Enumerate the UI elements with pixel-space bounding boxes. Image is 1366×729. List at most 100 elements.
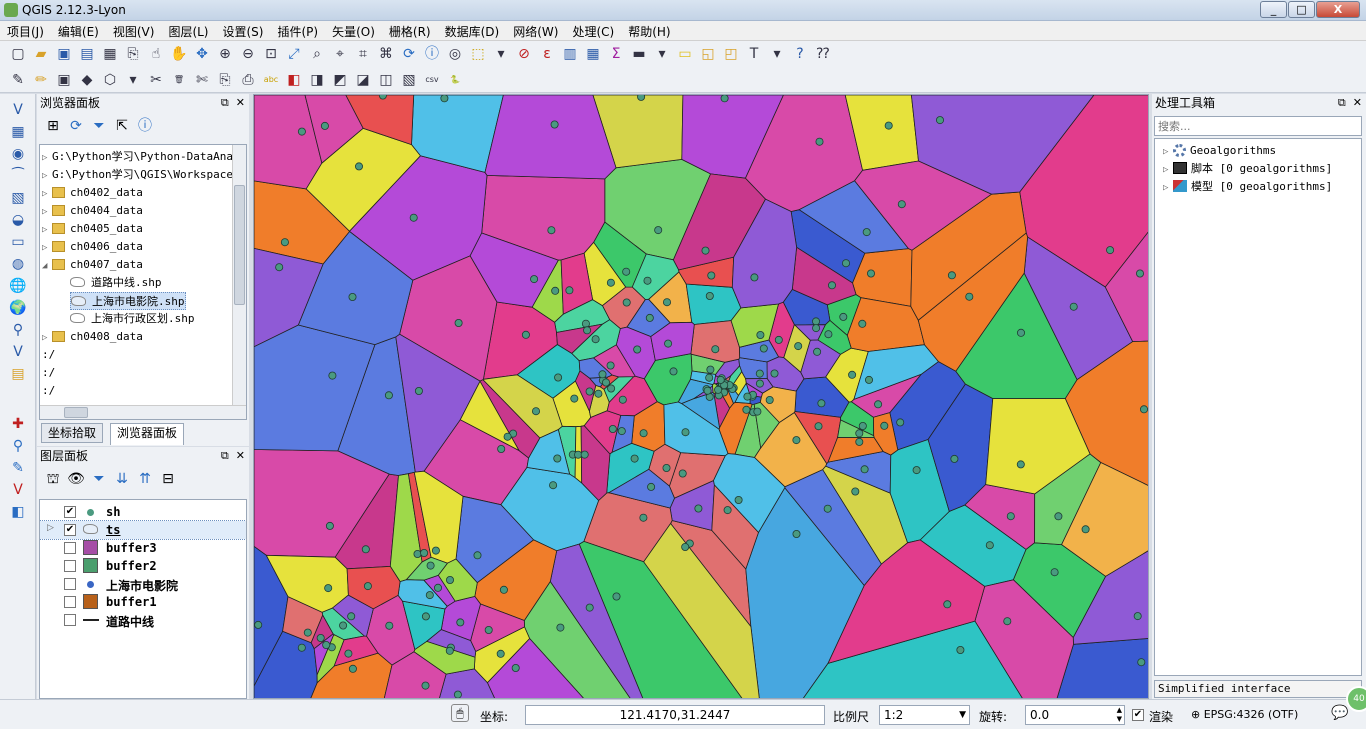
help-icon[interactable]: ? [790,44,810,64]
map-canvas[interactable] [253,94,1149,699]
pan-to-selection-icon[interactable]: ✥ [192,44,212,64]
browser-item[interactable]: :/ [42,346,55,364]
menu-item-10[interactable]: 处理(C) [565,21,621,40]
zoom-layer-icon[interactable]: ⌕ [307,44,327,64]
browser-item[interactable]: 道路中线.shp [70,274,162,292]
add-wms-icon[interactable]: ◍ [8,254,28,274]
browser-item[interactable]: ▷ ch0402_data [42,184,143,202]
layer-visibility-checkbox[interactable] [64,614,76,626]
menu-item-3[interactable]: 图层(L) [161,21,215,40]
processing-item-scripts[interactable]: ▷ 脚本 [0 geoalgorithms] [1163,160,1332,178]
menu-item-6[interactable]: 矢量(O) [325,21,382,40]
map-icon[interactable]: ◧ [8,502,28,522]
annotation-icon[interactable]: ▭ [675,44,695,64]
deselect-icon[interactable]: ⊘ [514,44,534,64]
close-icon[interactable]: ✕ [1353,96,1362,109]
filter-icon[interactable]: ⏷ [89,469,109,489]
browser-item[interactable]: 上海市行政区划.shp [70,310,195,328]
browser-item[interactable]: 上海市电影院.shp [70,292,186,310]
paste-features-icon[interactable]: ⎙ [238,70,258,90]
add-wcs-icon[interactable]: 🌐 [8,276,28,296]
bookmark-icon[interactable]: ◰ [721,44,741,64]
label-pin-icon[interactable]: ◧ [284,70,304,90]
add-mssql-icon[interactable]: ▧ [8,188,28,208]
close-icon[interactable]: ✕ [236,449,245,462]
statistics-icon[interactable]: Σ [606,44,626,64]
menu-item-4[interactable]: 设置(S) [216,21,271,40]
browser-item[interactable]: ▷ ch0408_data [42,328,143,346]
whats-this-icon[interactable]: ⁇ [813,44,833,64]
browser-hscrollbar[interactable] [40,405,246,419]
virtual-layer-icon[interactable]: V [8,480,28,500]
label-show-icon[interactable]: ◨ [307,70,327,90]
close-icon[interactable]: ✕ [236,96,245,109]
print-composer-icon[interactable]: ▦ [100,44,120,64]
menu-item-5[interactable]: 插件(P) [270,21,325,40]
add-postgis-icon[interactable]: ◉ [8,144,28,164]
layer-row[interactable]: 道路中线 [40,611,246,629]
menu-item-9[interactable]: 网络(W) [506,21,565,40]
add-vector-layer-icon[interactable]: V [8,100,28,120]
layer-row[interactable]: 上海市电影院 [40,575,246,593]
open-project-icon[interactable]: ▰ [31,44,51,64]
add-selected-icon[interactable]: ⊞ [43,116,63,136]
map-tips-icon[interactable]: ◱ [698,44,718,64]
csv-icon[interactable]: csv [422,70,442,90]
python-console-icon[interactable]: 🐍 [445,70,465,90]
remove-layer-icon[interactable]: ⊟ [158,469,178,489]
tab-browser[interactable]: 浏览器面板 [110,423,185,445]
crs-status[interactable]: ⊕ EPSG:4326 (OTF) [1191,708,1298,721]
composer-manager-icon[interactable]: ⎘ [123,44,143,64]
layer-visibility-checkbox[interactable] [64,542,76,554]
node-tool-icon[interactable]: ⬡ [100,70,120,90]
new-project-icon[interactable]: ▢ [8,44,28,64]
add-spatialite-icon[interactable]: ⁀ [8,166,28,186]
minimize-button[interactable]: _ [1260,1,1287,18]
menu-item-2[interactable]: 视图(V) [106,21,162,40]
add-oracle-icon[interactable]: ◒ [8,210,28,230]
label-icon[interactable]: abc [261,70,281,90]
processing-item-geoalgorithms[interactable]: ▷ Geoalgorithms [1163,142,1276,160]
menu-item-7[interactable]: 栅格(R) [382,21,438,40]
style-icon[interactable]: ⛫ [43,469,63,489]
expand-icon[interactable]: ▷ [42,185,52,203]
float-icon[interactable]: ⧉ [1338,96,1346,109]
expand-icon[interactable]: ▷ [42,221,52,239]
browser-item[interactable]: ▷ ch0404_data [42,202,143,220]
menu-item-8[interactable]: 数据库(D) [438,21,507,40]
scale-combo[interactable]: 1:2 ▼ [879,705,970,725]
label-move-icon[interactable]: ◩ [330,70,350,90]
info-icon[interactable]: ⓘ [135,116,155,136]
select-pan-icon[interactable]: ☝ [146,44,166,64]
menu-item-1[interactable]: 编辑(E) [51,21,106,40]
browser-item[interactable]: :/ [42,364,55,382]
measure-icon[interactable]: ▬ [629,44,649,64]
messages-icon[interactable]: 💬 [1331,705,1348,721]
digitize-icon[interactable]: ✎ [8,458,28,478]
layer-row[interactable]: ✔ sh [40,503,246,521]
add-feature-icon[interactable]: ◆ [77,70,97,90]
visibility-icon[interactable]: 👁 [66,469,86,489]
new-shapefile-icon[interactable]: V [8,342,28,362]
layer-row[interactable]: buffer3 [40,539,246,557]
layer-visibility-checkbox[interactable] [64,596,76,608]
select-icon[interactable]: ⬚ [468,44,488,64]
browser-item[interactable]: ▷ ch0406_data [42,238,143,256]
simplified-interface-toggle[interactable]: Simplified interface [1154,680,1362,698]
zoom-next-icon[interactable]: ⌘ [376,44,396,64]
add-raster-layer-icon[interactable]: ▦ [8,122,28,142]
zoom-selection-icon[interactable]: ⌖ [330,44,350,64]
expand-icon[interactable]: ▷ [42,203,52,221]
add-wfs-icon[interactable]: 🌍 [8,298,28,318]
add-db2-icon[interactable]: ▭ [8,232,28,252]
processing-item-models[interactable]: ▷ 模型 [0 geoalgorithms] [1163,178,1332,196]
toggle-editing-icon[interactable]: ✏ [31,70,51,90]
expand-all-icon[interactable]: ⇊ [112,469,132,489]
menu-item-11[interactable]: 帮助(H) [621,21,677,40]
expand-icon[interactable]: ▷ [42,329,52,347]
layer-row[interactable]: buffer1 [40,593,246,611]
select-dropdown-icon[interactable]: ▾ [491,44,511,64]
measure-dropdown-icon[interactable]: ▾ [652,44,672,64]
chevron-down-icon[interactable]: ▼ [959,706,966,724]
browser-item[interactable]: :/ [42,382,55,400]
